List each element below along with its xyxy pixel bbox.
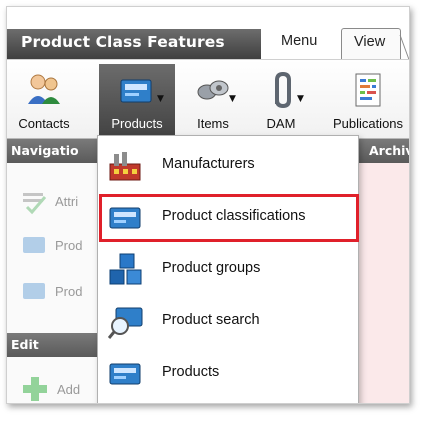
plus-icon (23, 377, 47, 401)
menu-item-manufacturers[interactable]: Manufacturers (104, 144, 352, 188)
publications-label: Publications (332, 116, 404, 131)
dam-label: DAM (266, 116, 296, 131)
chevron-down-icon: ▼ (157, 94, 164, 104)
products-button[interactable]: ▼ Products (99, 64, 175, 138)
products-label: Products (111, 116, 163, 131)
edit-header: Edit (7, 333, 107, 357)
contacts-button[interactable]: Contacts (11, 64, 77, 138)
publications-icon (355, 73, 381, 107)
menu-item-label: Product search (162, 312, 260, 328)
chevron-down-icon: ▼ (229, 94, 236, 104)
nav-item-label: Prod (55, 284, 83, 299)
navigation-header: Navigatio (7, 139, 107, 163)
contacts-icon (28, 74, 60, 104)
items-label: Items (197, 116, 229, 131)
product-box-icon (23, 283, 45, 299)
product-box-icon (23, 237, 45, 253)
items-button[interactable]: ▼ Items (181, 64, 245, 138)
nav-item-label: Prod (55, 238, 83, 253)
title-bar: Product Class Features Menu View (7, 7, 409, 65)
publications-button[interactable]: Publications (325, 64, 409, 138)
tab-view[interactable]: View (341, 28, 401, 59)
checklist-icon (23, 193, 47, 215)
menu-item-products[interactable]: Products (104, 352, 352, 396)
app-window: Product Class Features Menu View Contact… (6, 6, 410, 404)
menu-item-product-search[interactable]: Product search (104, 300, 352, 344)
magnifier-box-icon (108, 307, 143, 339)
menu-item-label: Manufacturers (162, 156, 255, 172)
menu-item-label: Product groups (162, 260, 261, 276)
products-dropdown-menu: Manufacturers Product classifications Pr… (97, 135, 359, 403)
products-icon (120, 79, 152, 103)
product-box-icon (109, 363, 141, 385)
menu-item-label: Products (162, 364, 220, 380)
chevron-down-icon: ▼ (297, 94, 304, 104)
nav-item-label: Attri (55, 194, 79, 209)
highlight-box (99, 194, 359, 242)
dam-button[interactable]: ▼ DAM (251, 64, 311, 138)
menu-item-product-groups[interactable]: Product groups (104, 248, 352, 292)
cubes-icon (109, 253, 142, 285)
ribbon-toolbar: Contacts ▼ Products ▼ Items ▼ DAM Public… (7, 59, 409, 139)
window-title: Product Class Features (21, 33, 225, 51)
items-icon (197, 80, 229, 100)
add-label: Add (57, 382, 81, 397)
tab-menu[interactable]: Menu (269, 28, 335, 59)
contacts-label: Contacts (18, 116, 70, 131)
paperclip-icon (275, 71, 291, 109)
factory-icon (109, 152, 141, 181)
